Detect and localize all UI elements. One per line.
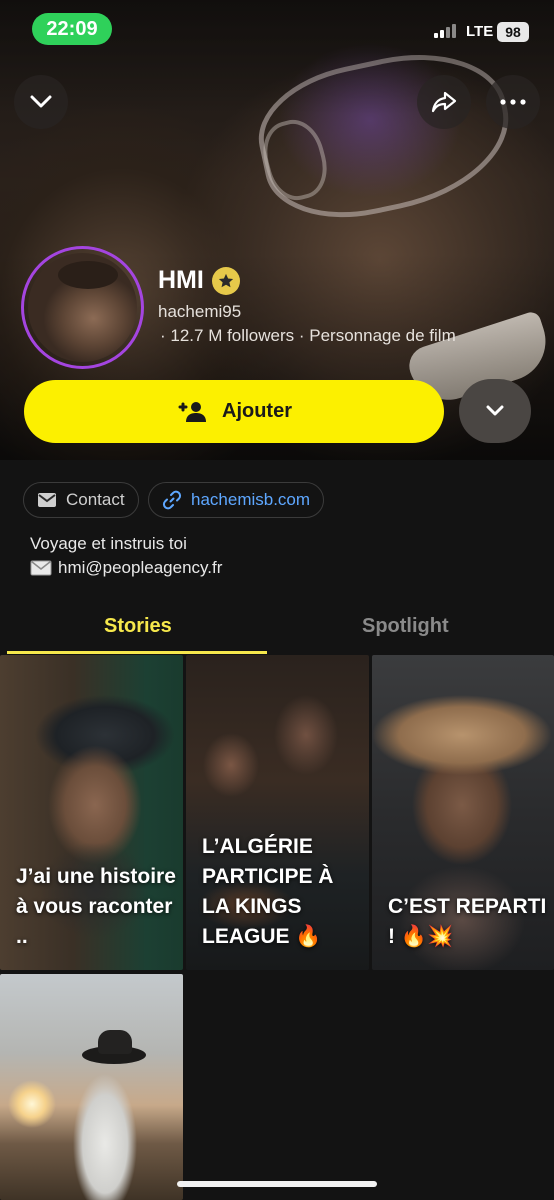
envelope-icon [30,560,52,576]
story-tile[interactable] [0,974,183,1200]
contact-label: Contact [66,490,125,509]
share-icon [431,91,457,113]
contact-button[interactable]: Contact [23,482,139,518]
profile-name: HMI [158,266,204,294]
add-friend-button[interactable]: Ajouter [24,380,444,443]
tab-stories[interactable]: Stories [104,615,172,638]
story-caption: L’ALGÉRIE PARTICIPE À LA KINGS LEAGUE 🔥 [202,835,334,948]
share-button[interactable] [417,75,471,129]
more-options-button[interactable] [486,75,540,129]
profile-name-row: HMI [158,266,240,295]
signal-icon [434,24,456,38]
profile-handle: hachemi95 [158,302,242,321]
bio-text: Voyage et instruis toi [30,534,187,553]
more-icon [500,99,526,105]
battery-level: 98 [497,22,529,42]
expand-actions-button[interactable] [459,379,531,443]
story-caption: C’EST REPARTI ! 🔥💥 [388,895,547,948]
link-icon [162,490,182,510]
story-tile[interactable]: J’ai une histoire à vous raconter .. [0,655,183,970]
status-time: 22:09 [32,13,112,45]
story-tile[interactable]: C’EST REPARTI ! 🔥💥 [372,655,554,970]
chevron-down-icon [486,405,504,416]
website-link[interactable]: hachemisb.com [148,482,325,518]
home-indicator[interactable] [177,1181,377,1187]
close-profile-button[interactable] [14,75,68,129]
star-badge-icon [211,266,240,295]
active-tab-indicator [7,651,267,654]
website-label: hachemisb.com [191,490,311,509]
tab-spotlight[interactable]: Spotlight [362,615,449,638]
profile-meta: · 12.7 M followers · Personnage de film [160,326,456,345]
status-bar: 22:09 LTE 98 [0,12,554,46]
avatar[interactable] [21,246,144,369]
chevron-down-icon [30,95,52,108]
mail-icon [38,493,56,507]
story-tile[interactable]: L’ALGÉRIE PARTICIPE À LA KINGS LEAGUE 🔥 [186,655,369,970]
add-friend-icon [178,401,206,422]
network-type: LTE [466,23,494,40]
bio-email[interactable]: hmi@peopleagency.fr [58,558,222,578]
story-caption: J’ai une histoire à vous raconter .. [16,865,176,948]
add-friend-label: Ajouter [222,400,292,422]
bio-email-line: hmi@peopleagency.fr [30,558,222,578]
